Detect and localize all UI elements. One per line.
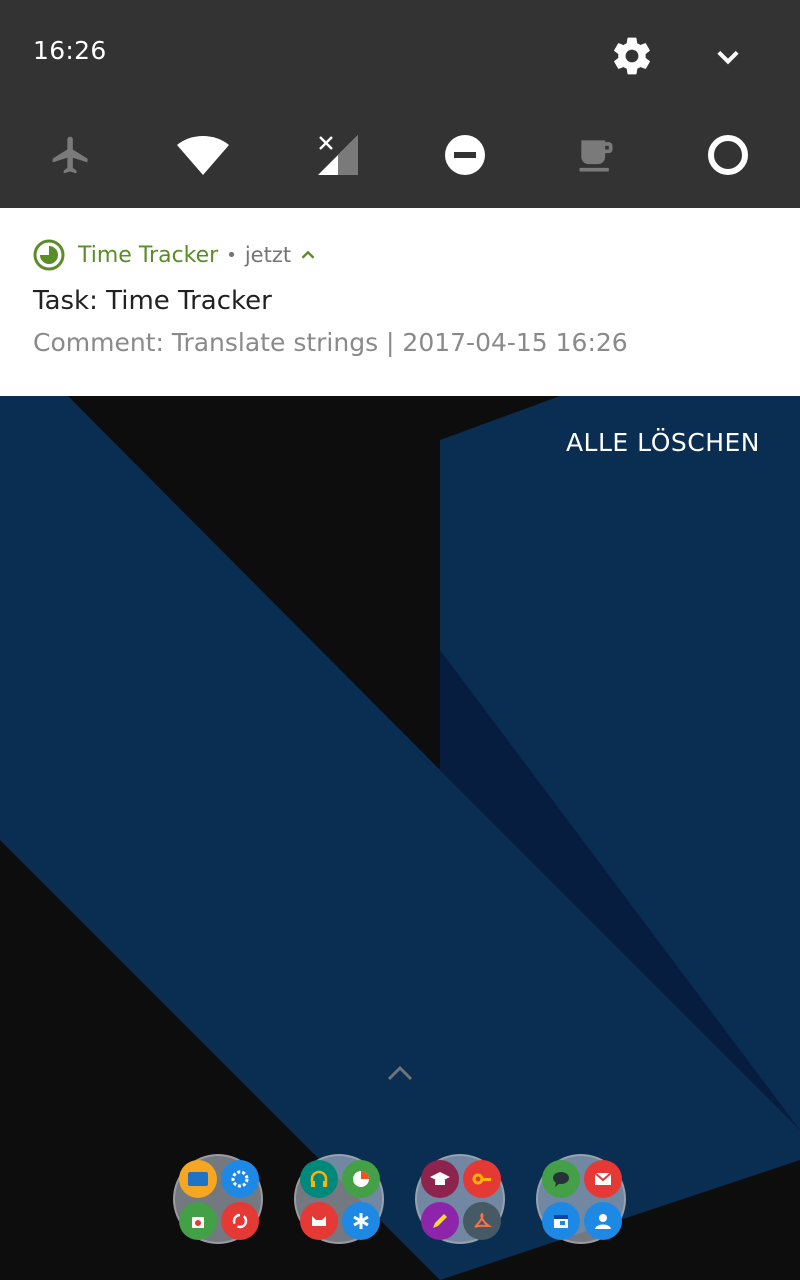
cat-icon xyxy=(300,1202,338,1240)
minus-circle-icon xyxy=(445,135,485,175)
chevron-up-icon xyxy=(387,1065,413,1081)
coffee-cup-icon xyxy=(579,140,613,172)
calendar-icon xyxy=(542,1202,580,1240)
chat-icon xyxy=(542,1160,580,1198)
notification-header: Time Tracker • jetzt xyxy=(33,238,319,272)
sync-icon xyxy=(221,1202,259,1240)
dock-folder-3[interactable] xyxy=(415,1154,505,1244)
notification-app-name: Time Tracker xyxy=(78,242,219,268)
status-clock: 16:26 xyxy=(33,36,107,65)
pdf-icon xyxy=(463,1202,501,1240)
settings-icon xyxy=(221,1160,259,1198)
chevron-up-icon[interactable] xyxy=(297,244,319,266)
notification-text: Comment: Translate strings | 2017-04-15 … xyxy=(33,328,628,357)
qs-tile-airplane-mode[interactable] xyxy=(41,128,101,182)
clear-all-button[interactable]: ALLE LÖSCHEN xyxy=(566,428,760,457)
browser-icon xyxy=(342,1160,380,1198)
collapse-button[interactable] xyxy=(706,34,750,78)
dock-folder-4[interactable] xyxy=(536,1154,626,1244)
qs-tile-do-not-disturb[interactable] xyxy=(435,128,495,182)
airplane-icon xyxy=(52,136,88,174)
notification-time: jetzt xyxy=(244,243,292,267)
qs-tile-wifi[interactable] xyxy=(173,128,233,182)
qs-tile-rotation[interactable] xyxy=(698,128,758,182)
qs-tile-mobile-data[interactable] xyxy=(304,128,364,182)
time-tracker-app-icon xyxy=(33,239,65,271)
dock-folder-1[interactable] xyxy=(173,1154,263,1244)
quick-settings-panel xyxy=(0,0,800,208)
app-drawer-handle[interactable] xyxy=(384,1060,416,1084)
folder-icon xyxy=(179,1160,217,1198)
qs-tile-caffeine[interactable] xyxy=(566,128,626,182)
contact-icon xyxy=(584,1202,622,1240)
gear-icon xyxy=(614,37,650,75)
pencil-icon xyxy=(421,1202,459,1240)
notification-title: Task: Time Tracker xyxy=(33,286,272,316)
store-icon xyxy=(179,1202,217,1240)
key-icon xyxy=(463,1160,501,1198)
graduation-icon xyxy=(421,1160,459,1198)
dock-folder-2[interactable] xyxy=(294,1154,384,1244)
wifi-icon xyxy=(177,136,229,175)
chevron-down-icon xyxy=(717,50,739,65)
signal-no-sim-icon xyxy=(318,135,358,175)
asterisk-icon xyxy=(342,1202,380,1240)
ring-icon xyxy=(708,135,748,175)
notification-separator: • xyxy=(226,244,237,266)
settings-button[interactable] xyxy=(610,34,654,78)
headphones-icon xyxy=(300,1160,338,1198)
mail-icon xyxy=(584,1160,622,1198)
